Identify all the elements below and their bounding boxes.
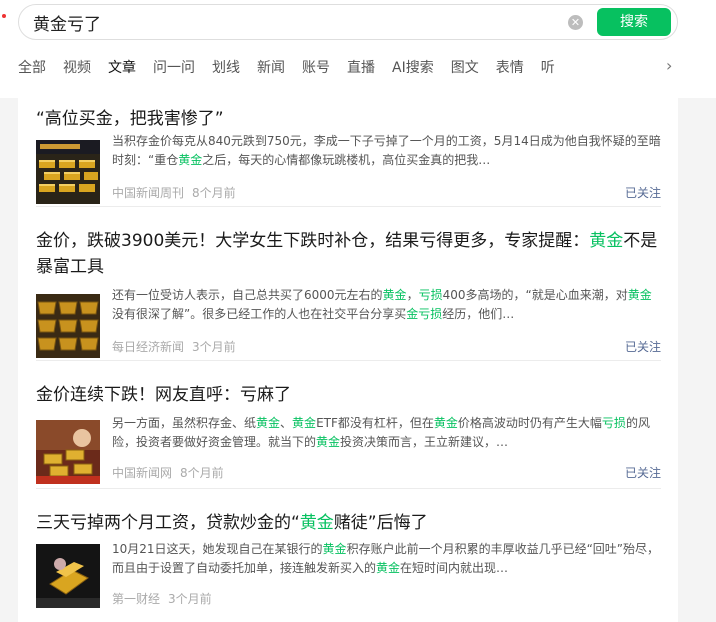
results-list: “高位买金，把我害惨了” 当积存金价每克从840元跌到750元，李成一下子亏掉了一… [18, 98, 678, 622]
snippet-text: 之后，每天的心情都像玩跳楼机，高位买金真的把我… [202, 153, 491, 167]
indicator-dot [2, 14, 6, 18]
title-text: “高位买金，把我害惨了” [36, 109, 224, 129]
follow-status[interactable]: 已关注 [625, 464, 661, 481]
title-text: 赌徒”后悔了 [333, 513, 428, 533]
follow-status[interactable]: 已关注 [625, 338, 661, 355]
article-title[interactable]: “高位买金，把我害惨了” [36, 106, 661, 132]
article-title[interactable]: 金价连续下跌！网友直呼：亏麻了 [36, 382, 661, 408]
source-name[interactable]: 第一财经 [112, 592, 160, 606]
snippet-text: 投资决策而言，王立新建议，… [340, 435, 509, 449]
source-name[interactable]: 每日经济新闻 [112, 340, 184, 354]
article-snippet[interactable]: 当积存金价每克从840元跌到750元，李成一下子亏掉了一个月的工资，5月14日成… [112, 132, 662, 170]
article-thumbnail[interactable] [36, 544, 100, 608]
tab-item[interactable]: 文章 [108, 58, 136, 78]
highlighted-keyword: 亏损 [601, 416, 626, 430]
tab-item[interactable]: AI搜索 [392, 58, 434, 78]
article-snippet[interactable]: 10月21日这天，她发现自己在某银行的黄金积存账户此前一个月积累的丰厚收益几乎已… [112, 540, 662, 578]
tab-item[interactable]: 划线 [212, 58, 240, 78]
publish-time: 3个月前 [192, 340, 236, 354]
tab-item[interactable]: 问一问 [153, 58, 195, 78]
tab-item[interactable]: 账号 [302, 58, 330, 78]
tab-item[interactable]: 图文 [451, 58, 479, 78]
title-text: 三天亏掉两个月工资，贷款炒金的“ [36, 513, 300, 533]
highlighted-keyword: 黄金 [376, 561, 401, 575]
tab-item[interactable]: 视频 [63, 58, 91, 78]
divider [36, 206, 661, 207]
tab-item[interactable]: 全部 [18, 58, 46, 78]
close-circle-icon[interactable]: ✕ [568, 15, 583, 30]
highlighted-keyword: 黄金 [178, 153, 203, 167]
publish-time: 8个月前 [180, 466, 224, 480]
tab-item[interactable]: 表情 [496, 58, 524, 78]
highlighted-keyword: 黄金 [322, 542, 347, 556]
article-source: 每日经济新闻 3个月前 [112, 338, 236, 355]
publish-time: 3个月前 [168, 592, 212, 606]
search-box[interactable]: ✕ 搜索 [18, 4, 678, 40]
snippet-text: 、 [280, 416, 293, 430]
article-thumbnail[interactable] [36, 140, 100, 204]
snippet-text: 另一方面，虽然积存金、纸 [112, 416, 257, 430]
publish-time: 8个月前 [192, 186, 236, 200]
snippet-text: 400多高场的，“就是心血来潮，对 [442, 288, 628, 302]
tab-item[interactable]: 新闻 [257, 58, 285, 78]
highlighted-keyword: 黄金 [292, 416, 317, 430]
highlighted-keyword: 黄金 [627, 288, 652, 302]
highlighted-keyword: 黄金 [316, 435, 341, 449]
highlighted-keyword: 黄金 [256, 416, 281, 430]
follow-status[interactable]: 已关注 [625, 184, 661, 201]
highlighted-keyword: 黄金 [589, 231, 624, 251]
snippet-text: 价格高波动时仍有产生大幅 [457, 416, 602, 430]
article-snippet[interactable]: 还有一位受访人表示，自己总共买了6000元左右的黄金，亏损400多高场的，“就是… [112, 286, 662, 324]
article-source: 中国新闻周刊 8个月前 [112, 184, 236, 201]
title-text: 金价连续下跌！网友直呼：亏麻了 [36, 385, 291, 405]
snippet-text: 在短时间内就出现… [400, 561, 509, 575]
snippet-text: ETF都没有杠杆，但在 [316, 416, 434, 430]
highlighted-keyword: 黄金 [299, 513, 334, 533]
divider [36, 360, 661, 361]
search-input[interactable] [33, 5, 553, 39]
snippet-text: ， [406, 288, 419, 302]
top-bar: ✕ 搜索 全部视频文章问一问划线新闻账号直播 AI搜索图文表情听 › [0, 0, 716, 98]
highlighted-keyword: 黄金 [433, 416, 458, 430]
chevron-right-icon[interactable]: › [666, 56, 672, 75]
article-title[interactable]: 金价，跌破3900美元！大学女生下跌时补仓，结果亏得更多，专家提醒：黄金不是暴富… [36, 228, 661, 280]
highlighted-keyword: 黄金 [382, 288, 407, 302]
article-thumbnail[interactable] [36, 420, 100, 484]
highlighted-keyword: 金亏损 [406, 307, 443, 321]
source-name[interactable]: 中国新闻网 [112, 466, 172, 480]
article-thumbnail[interactable] [36, 294, 100, 358]
tab-item[interactable]: 听 [541, 58, 555, 78]
article-source: 第一财经 3个月前 [112, 590, 212, 607]
highlighted-keyword: 亏损 [418, 288, 443, 302]
tab-item[interactable]: 直播 [347, 58, 375, 78]
divider [36, 488, 661, 489]
title-text: 金价，跌破3900美元！大学女生下跌时补仓，结果亏得更多，专家提醒： [36, 231, 590, 251]
snippet-text: 经历，他们… [442, 307, 515, 321]
source-name[interactable]: 中国新闻周刊 [112, 186, 184, 200]
snippet-text: 还有一位受访人表示，自己总共买了6000元左右的 [112, 288, 383, 302]
snippet-text: 10月21日这天，她发现自己在某银行的 [112, 542, 323, 556]
search-button[interactable]: 搜索 [597, 8, 671, 36]
tab-bar: 全部 视频 文章 问一问 划线 新闻 账号 直播 AI搜索 图文 表情听 [18, 57, 673, 79]
article-title[interactable]: 三天亏掉两个月工资，贷款炒金的“黄金赌徒”后悔了 [36, 510, 661, 536]
article-snippet[interactable]: 另一方面，虽然积存金、纸黄金、黄金ETF都没有杠杆，但在黄金价格高波动时仍有产生… [112, 414, 662, 452]
article-source: 中国新闻网 8个月前 [112, 464, 224, 481]
snippet-text: 没有很深了解”。很多已经工作的人也在社交平台分享买 [112, 307, 407, 321]
